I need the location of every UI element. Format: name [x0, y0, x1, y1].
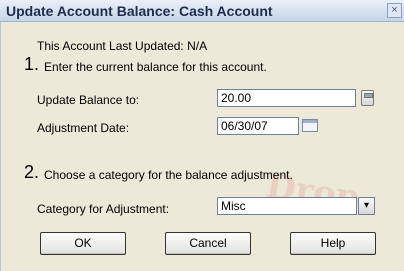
window-title: Update Account Balance: Cash Account	[6, 3, 273, 19]
adjustment-date-input[interactable]: 06/30/07	[217, 117, 299, 135]
category-select[interactable]: Misc	[217, 197, 357, 215]
dropdown-arrow-icon[interactable]: ▾	[358, 197, 375, 215]
step-2-number: 2.	[24, 162, 40, 182]
update-balance-input[interactable]: 20.00	[217, 89, 356, 107]
cancel-button[interactable]: Cancel	[165, 232, 251, 255]
last-updated-text: This Account Last Updated: N/A	[37, 39, 208, 53]
step-1-instruction: Enter the current balance for this accou…	[44, 60, 267, 74]
step-2-instruction: Choose a category for the balance adjust…	[44, 168, 293, 182]
calendar-icon[interactable]	[302, 119, 318, 132]
calculator-icon[interactable]	[361, 90, 374, 106]
ok-button[interactable]: OK	[40, 232, 126, 255]
adjustment-date-label: Adjustment Date:	[37, 121, 130, 135]
close-icon[interactable]: ×	[387, 3, 402, 18]
category-label: Category for Adjustment:	[37, 202, 170, 216]
update-balance-label: Update Balance to:	[37, 93, 140, 107]
step-1-number: 1.	[24, 54, 40, 74]
title-bar: Update Account Balance: Cash Account ×	[0, 0, 404, 22]
help-button[interactable]: Help	[290, 232, 376, 255]
dialog-body: Drop This Account Last Updated: N/A 1. E…	[0, 22, 404, 271]
